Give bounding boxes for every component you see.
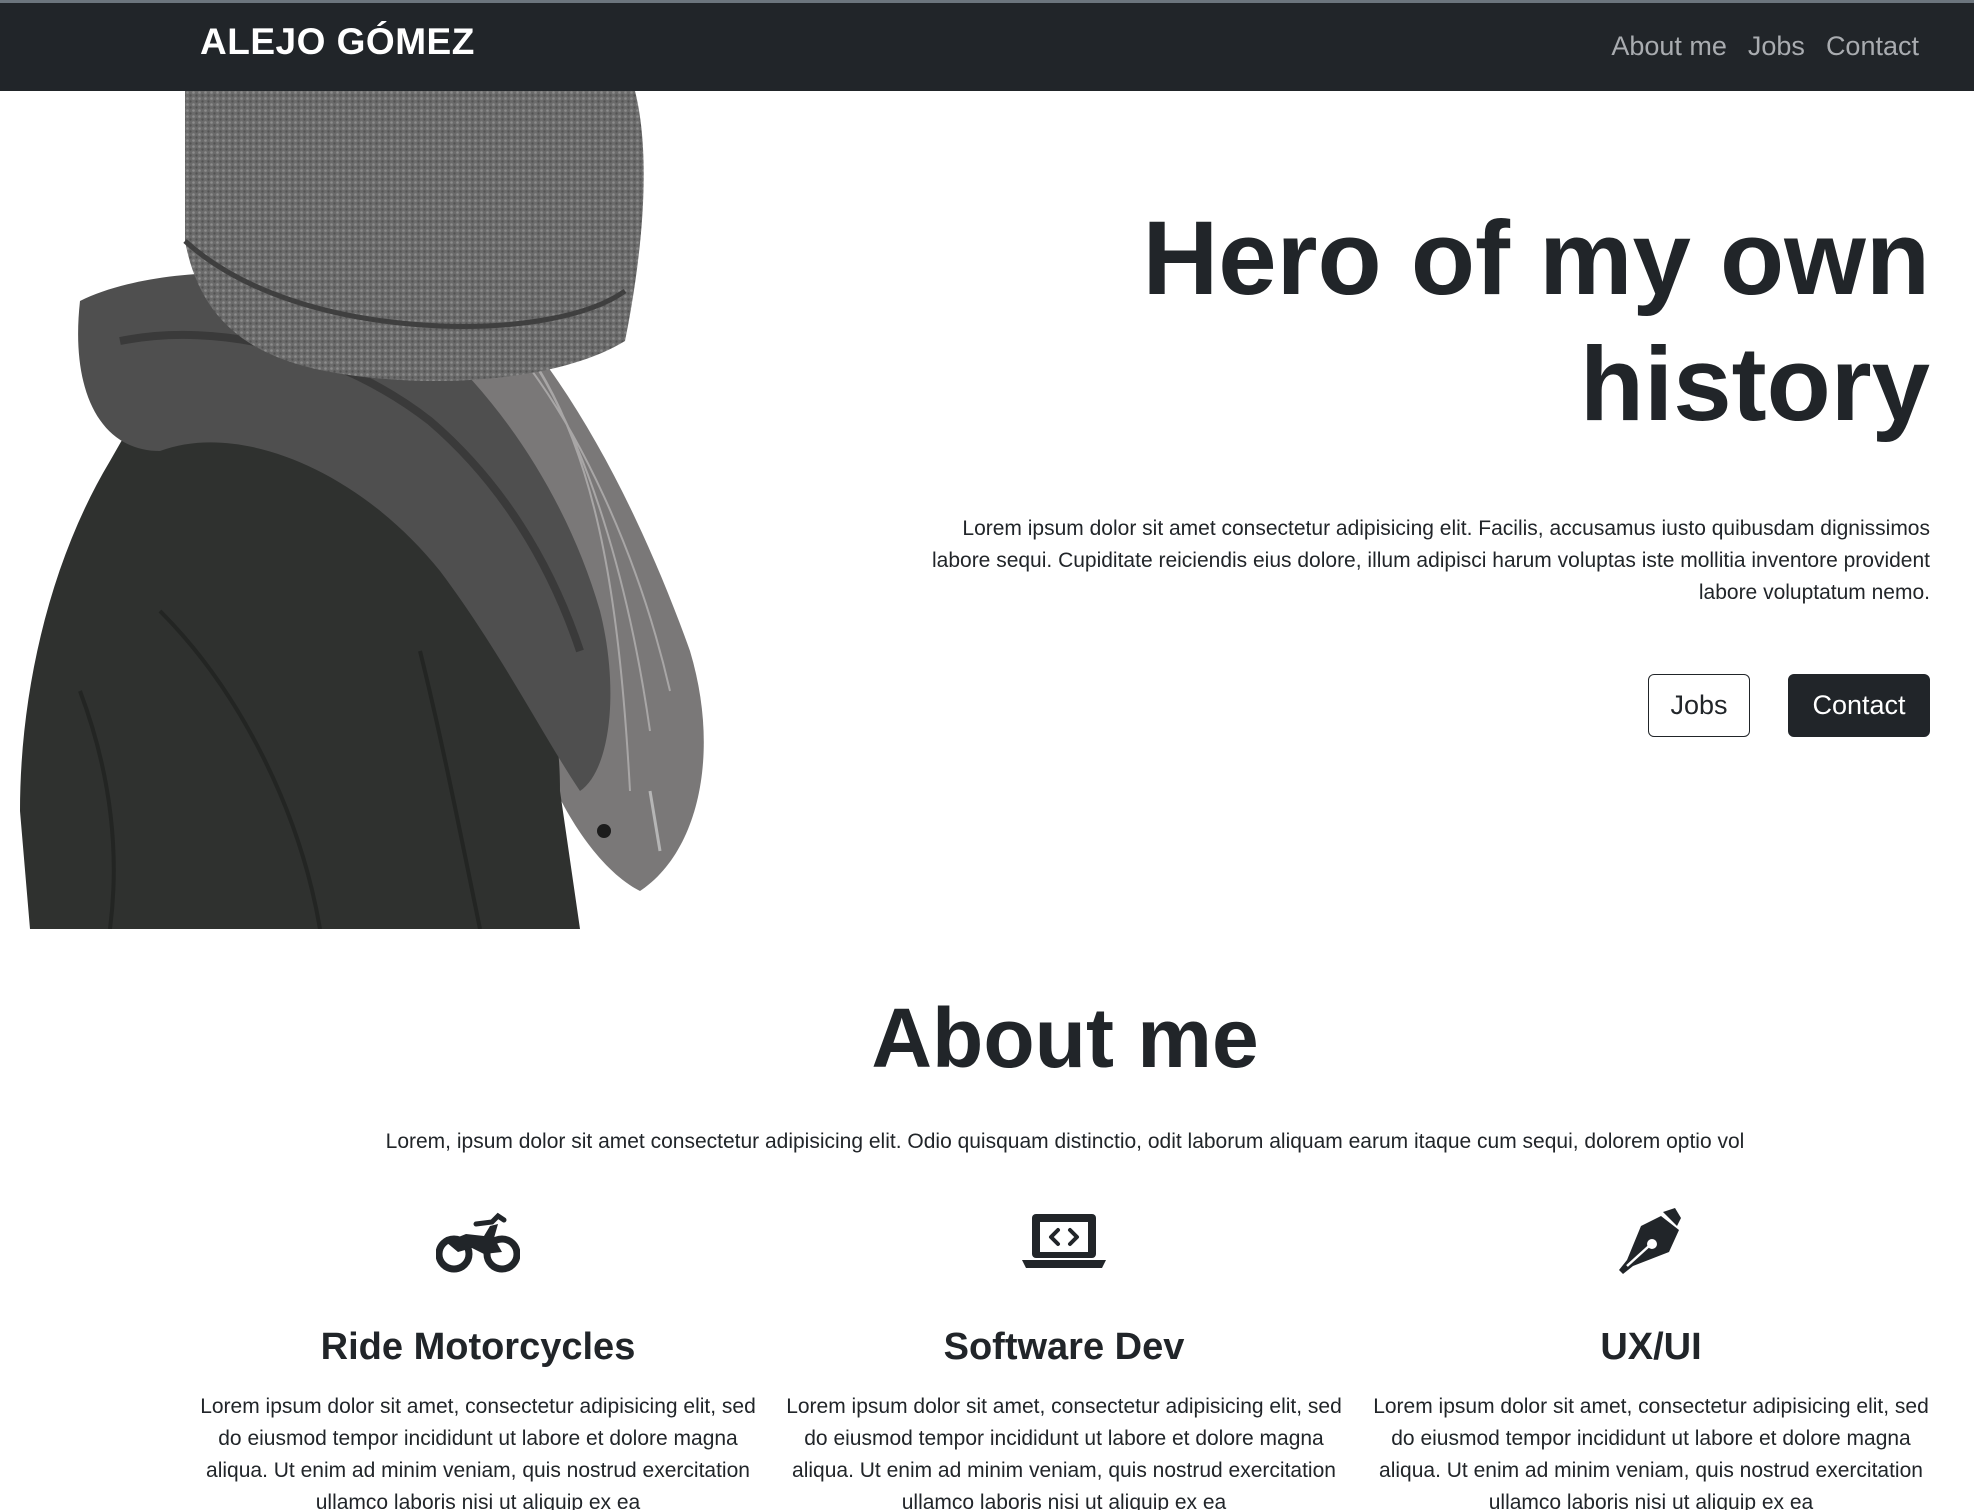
nav-link-contact[interactable]: Contact (1826, 31, 1919, 62)
feature-text: Lorem ipsum dolor sit amet, consectetur … (786, 1395, 1342, 1510)
feature-text: Lorem ipsum dolor sit amet, consectetur … (1373, 1395, 1929, 1510)
laptop-code-icon (1022, 1214, 1106, 1268)
contact-button[interactable]: Contact (1788, 674, 1930, 737)
feature-title: Software Dev (943, 1326, 1185, 1368)
hero-portrait-image (20, 91, 704, 929)
nav-link-jobs[interactable]: Jobs (1748, 31, 1805, 62)
about-description: Lorem, ipsum dolor sit amet consectetur … (385, 1130, 1745, 1153)
nav-links: About me Jobs Contact (1611, 31, 1919, 62)
hero-title: Hero of my own history (1030, 196, 1930, 448)
hero-title-line-2: history (1579, 326, 1930, 443)
feature-title: UX/UI (1600, 1326, 1702, 1368)
pen-nib-icon (1619, 1208, 1681, 1274)
feature-software-dev: Software Dev Lorem ipsum dolor sit amet,… (784, 1208, 1344, 1510)
feature-ux-ui: UX/UI Lorem ipsum dolor sit amet, consec… (1371, 1208, 1931, 1510)
hero-description: Lorem ipsum dolor sit amet consectetur a… (931, 517, 1930, 604)
feature-ride-motorcycles: Ride Motorcycles Lorem ipsum dolor sit a… (198, 1208, 758, 1510)
navbar: ALEJO GÓMEZ About me Jobs Contact (0, 0, 1974, 91)
motorcycle-icon (436, 1212, 520, 1273)
hero-title-line-1: Hero of my own (1142, 200, 1930, 317)
feature-text: Lorem ipsum dolor sit amet, consectetur … (200, 1395, 756, 1510)
about-title: About me (871, 991, 1259, 1085)
jobs-button[interactable]: Jobs (1648, 674, 1750, 737)
nav-link-about-me[interactable]: About me (1611, 31, 1727, 62)
feature-title: Ride Motorcycles (320, 1326, 636, 1368)
brand-logo[interactable]: ALEJO GÓMEZ (200, 21, 475, 63)
